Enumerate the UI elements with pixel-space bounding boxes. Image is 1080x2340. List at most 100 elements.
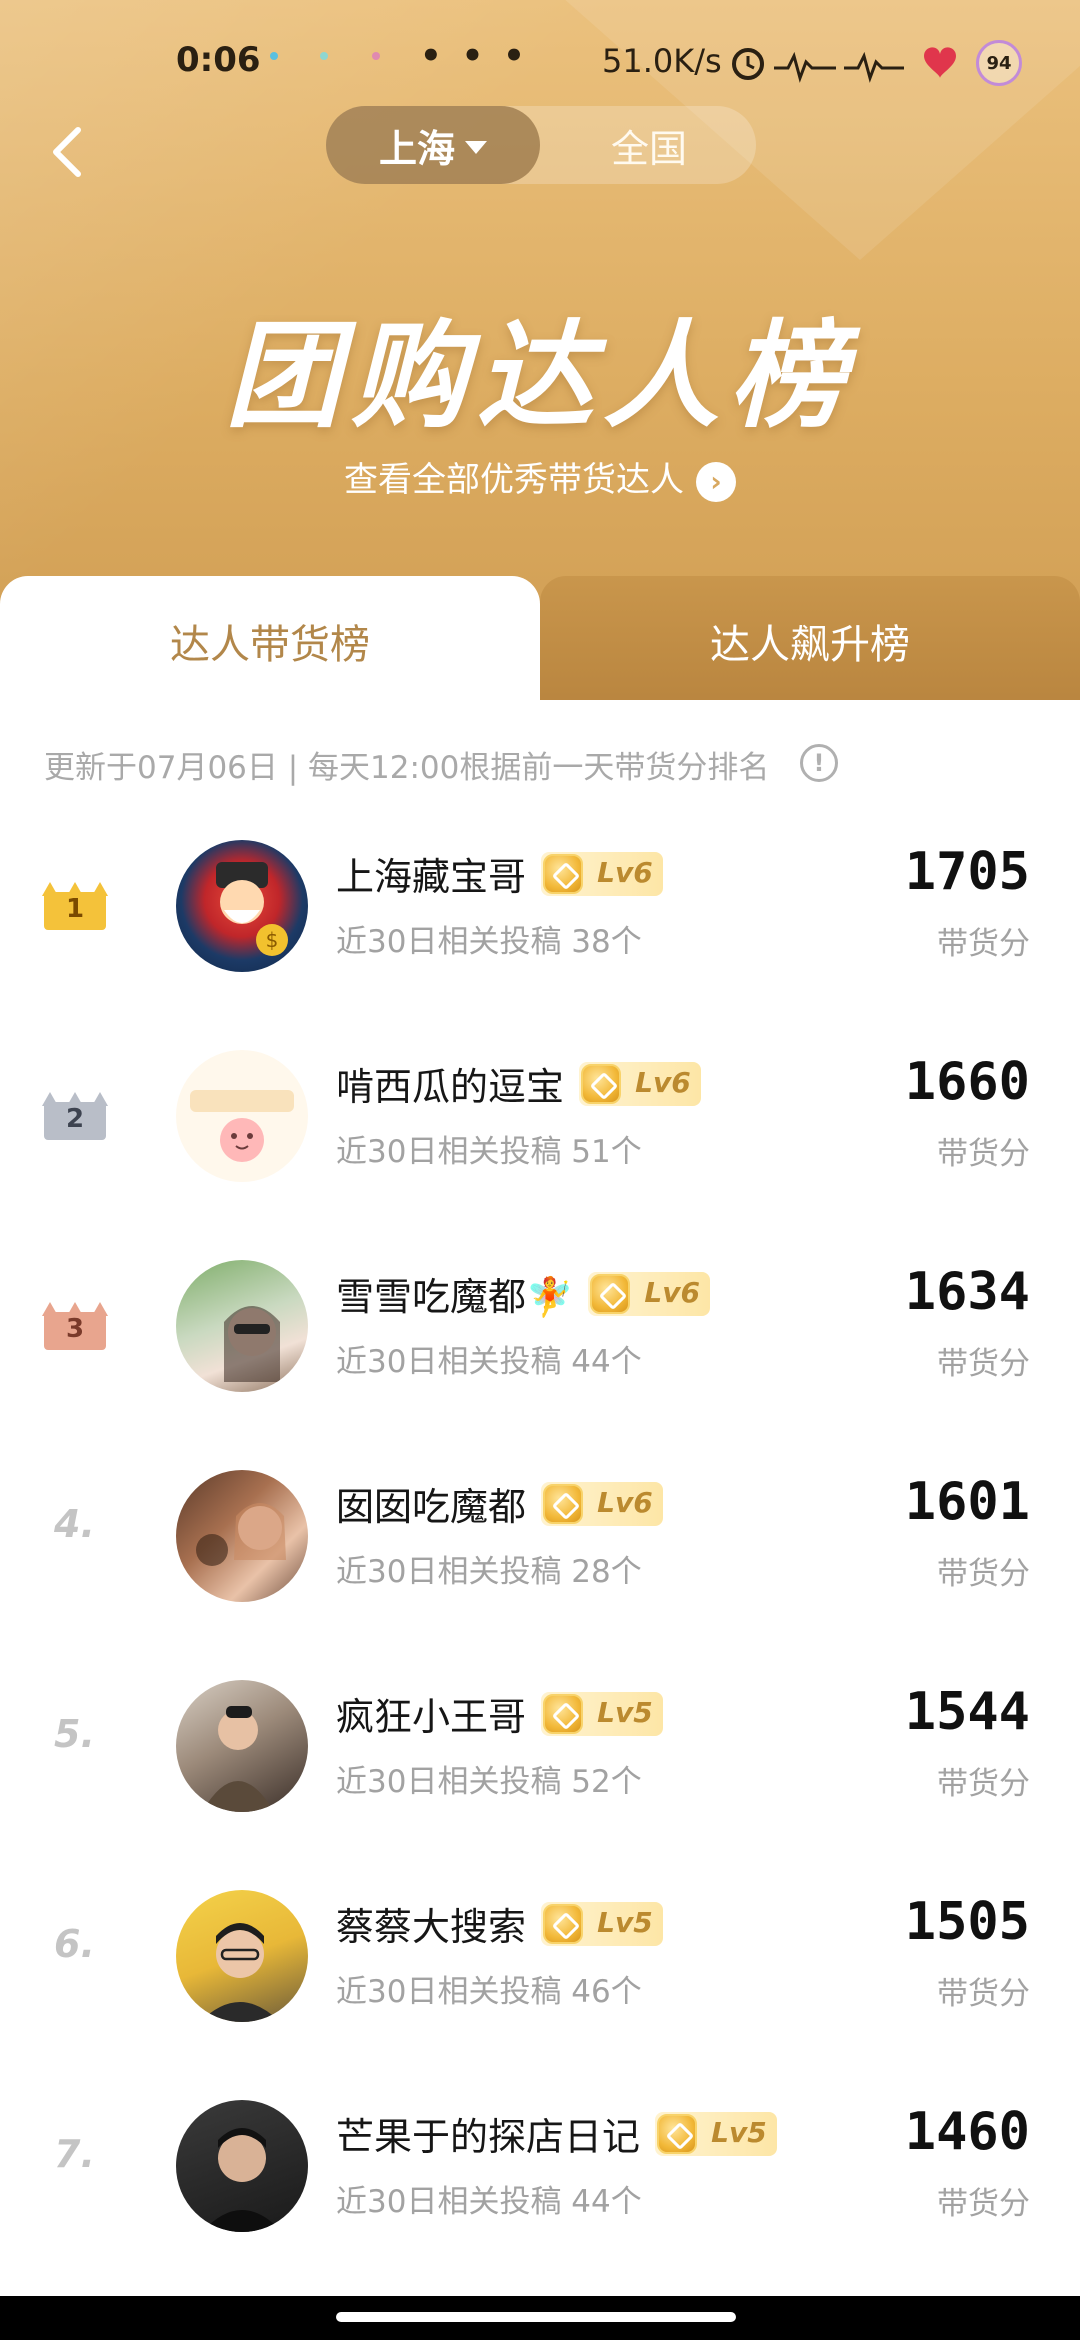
photo-avatar	[196, 1503, 286, 1566]
score-label: 带货分	[937, 1556, 1030, 1592]
rank-number: 7.	[54, 2132, 95, 2176]
notification-dots	[270, 52, 390, 72]
name-line: 啃西瓜的逗宝 Lv6	[336, 1056, 702, 1112]
ranking-row[interactable]: 7. 芒果于的探店日记 Lv5 近30日相关投稿 44个 1460 带货分	[0, 2070, 1080, 2250]
ranking-row[interactable]: 5. 疯狂小王哥 Lv5 近30日相关投稿 52个 1544 带货分	[0, 1650, 1080, 1830]
name-line: 疯狂小王哥 Lv5	[336, 1686, 664, 1742]
svg-text:$: $	[266, 928, 279, 952]
city-option-selected[interactable]: 上海	[326, 106, 540, 184]
level-shield-icon	[543, 853, 584, 894]
level-badge: Lv6	[541, 1481, 664, 1526]
photo-avatar	[202, 2128, 282, 2232]
view-all-link[interactable]: 查看全部优秀带货达人 ›	[0, 452, 1080, 502]
post-count: 近30日相关投稿 46个	[336, 1974, 642, 2010]
name-line: 雪雪吃魔都🧚 Lv6	[336, 1266, 711, 1322]
level-text: Lv5	[597, 1905, 653, 1939]
info-icon[interactable]: !	[800, 744, 838, 782]
avatar	[176, 1050, 308, 1182]
rank-number: 6.	[54, 1922, 95, 1966]
rank-number: 5.	[54, 1712, 95, 1756]
rank-number: 4.	[54, 1502, 95, 1546]
avatar	[176, 1260, 308, 1392]
status-bar: 0:06 • • • 51.0K/s 94	[0, 30, 1080, 94]
chevron-right-icon: ›	[696, 461, 736, 502]
post-count: 近30日相关投稿 44个	[336, 2184, 642, 2220]
photo-avatar	[200, 1923, 280, 2022]
level-badge: Lv5	[655, 2111, 778, 2156]
avatar	[176, 1470, 308, 1602]
status-more: • • •	[420, 36, 529, 76]
avatar	[176, 2100, 308, 2232]
level-badge: Lv5	[541, 1691, 664, 1736]
network-speed: 51.0K/s	[602, 42, 722, 80]
cartoon-god-of-wealth-avatar: $	[216, 862, 288, 956]
score-value: 1634	[904, 1262, 1030, 1322]
score-label: 带货分	[937, 2186, 1030, 2222]
tab-label: 达人飙升榜	[710, 622, 910, 668]
level-badge: Lv6	[579, 1061, 702, 1106]
back-arrow-icon	[53, 127, 81, 177]
score-label: 带货分	[937, 1346, 1030, 1382]
crown-gold-icon: 1	[42, 882, 108, 930]
view-all-label: 查看全部优秀带货达人	[344, 460, 684, 500]
score-value: 1660	[904, 1052, 1030, 1112]
ranking-row[interactable]: 2 啃西瓜的逗宝 Lv6 近30日相关投稿 51个 1660 带货分	[0, 1020, 1080, 1200]
creator-name: 芒果于的探店日记	[336, 2115, 641, 2159]
creator-name: 雪雪吃魔都🧚	[336, 1275, 574, 1319]
notification-dot	[372, 52, 380, 60]
city-selected-label: 上海	[378, 126, 455, 171]
home-indicator[interactable]	[336, 2312, 736, 2322]
post-count: 近30日相关投稿 28个	[336, 1554, 642, 1590]
ranking-row[interactable]: 3 雪雪吃魔都🧚 Lv6 近30日相关投稿 44个 1634 带货分	[0, 1230, 1080, 1410]
update-note: 更新于07月06日 | 每天12:00根据前一天带货分排名	[44, 750, 770, 786]
rank-number: 2	[65, 1104, 85, 1134]
level-badge: Lv5	[541, 1901, 664, 1946]
back-button[interactable]	[42, 120, 102, 184]
level-shield-icon	[590, 1273, 631, 1314]
status-time: 0:06	[176, 40, 261, 80]
ranking-row[interactable]: 1 $ 上海藏宝哥 Lv6 近30日相关投稿 38个 1705 带货分	[0, 810, 1080, 990]
level-shield-icon	[543, 1483, 584, 1524]
level-badge: Lv6	[588, 1271, 711, 1316]
score-value: 1544	[904, 1682, 1030, 1742]
city-other-label: 全国	[610, 126, 687, 171]
avatar: $	[176, 840, 308, 972]
level-shield-icon	[543, 1693, 584, 1734]
crown-bronze-icon: 3	[42, 1302, 108, 1350]
notification-dot	[320, 52, 328, 60]
creator-name: 囡囡吃魔都	[336, 1485, 527, 1529]
photo-avatar	[224, 1306, 280, 1382]
name-line: 上海藏宝哥 Lv6	[336, 846, 664, 902]
score-value: 1460	[904, 2102, 1030, 2162]
ranking-row[interactable]: 4. 囡囡吃魔都 Lv6 近30日相关投稿 28个 1601 带货分	[0, 1440, 1080, 1620]
score-value: 1705	[904, 842, 1030, 902]
level-badge: Lv6	[541, 851, 664, 896]
post-count: 近30日相关投稿 38个	[336, 924, 642, 960]
city-toggle: 上海 全国	[326, 106, 756, 184]
creator-name: 疯狂小王哥	[336, 1695, 527, 1739]
creator-name: 蔡蔡大搜索	[336, 1905, 527, 1949]
avatar	[176, 1890, 308, 2022]
score-label: 带货分	[937, 926, 1030, 962]
ranking-row[interactable]: 6. 蔡蔡大搜索 Lv5 近30日相关投稿 46个 1505 带货分	[0, 1860, 1080, 2040]
level-text: Lv6	[635, 1065, 691, 1099]
city-option-nationwide[interactable]: 全国	[542, 106, 756, 184]
creator-name: 啃西瓜的逗宝	[336, 1065, 565, 1109]
level-shield-icon	[657, 2113, 698, 2154]
name-line: 囡囡吃魔都 Lv6	[336, 1476, 664, 1532]
tab-label: 达人带货榜	[170, 622, 370, 668]
rank-number: 3	[65, 1314, 85, 1344]
level-text: Lv6	[597, 1485, 653, 1519]
crown-silver-icon: 2	[42, 1092, 108, 1140]
tab-bar: 达人带货榜 达人飙升榜	[0, 576, 1080, 706]
status-icons: 94	[728, 34, 1028, 90]
level-shield-icon	[581, 1063, 622, 1104]
tab-rising-ranking[interactable]: 达人飙升榜	[540, 576, 1080, 706]
level-text: Lv6	[644, 1275, 700, 1309]
tab-sales-ranking[interactable]: 达人带货榜	[0, 576, 540, 706]
post-count: 近30日相关投稿 51个	[336, 1134, 642, 1170]
level-text: Lv6	[597, 855, 653, 889]
page-title: 团购达人榜	[225, 309, 855, 444]
level-text: Lv5	[711, 2115, 767, 2149]
score-label: 带货分	[937, 1976, 1030, 2012]
